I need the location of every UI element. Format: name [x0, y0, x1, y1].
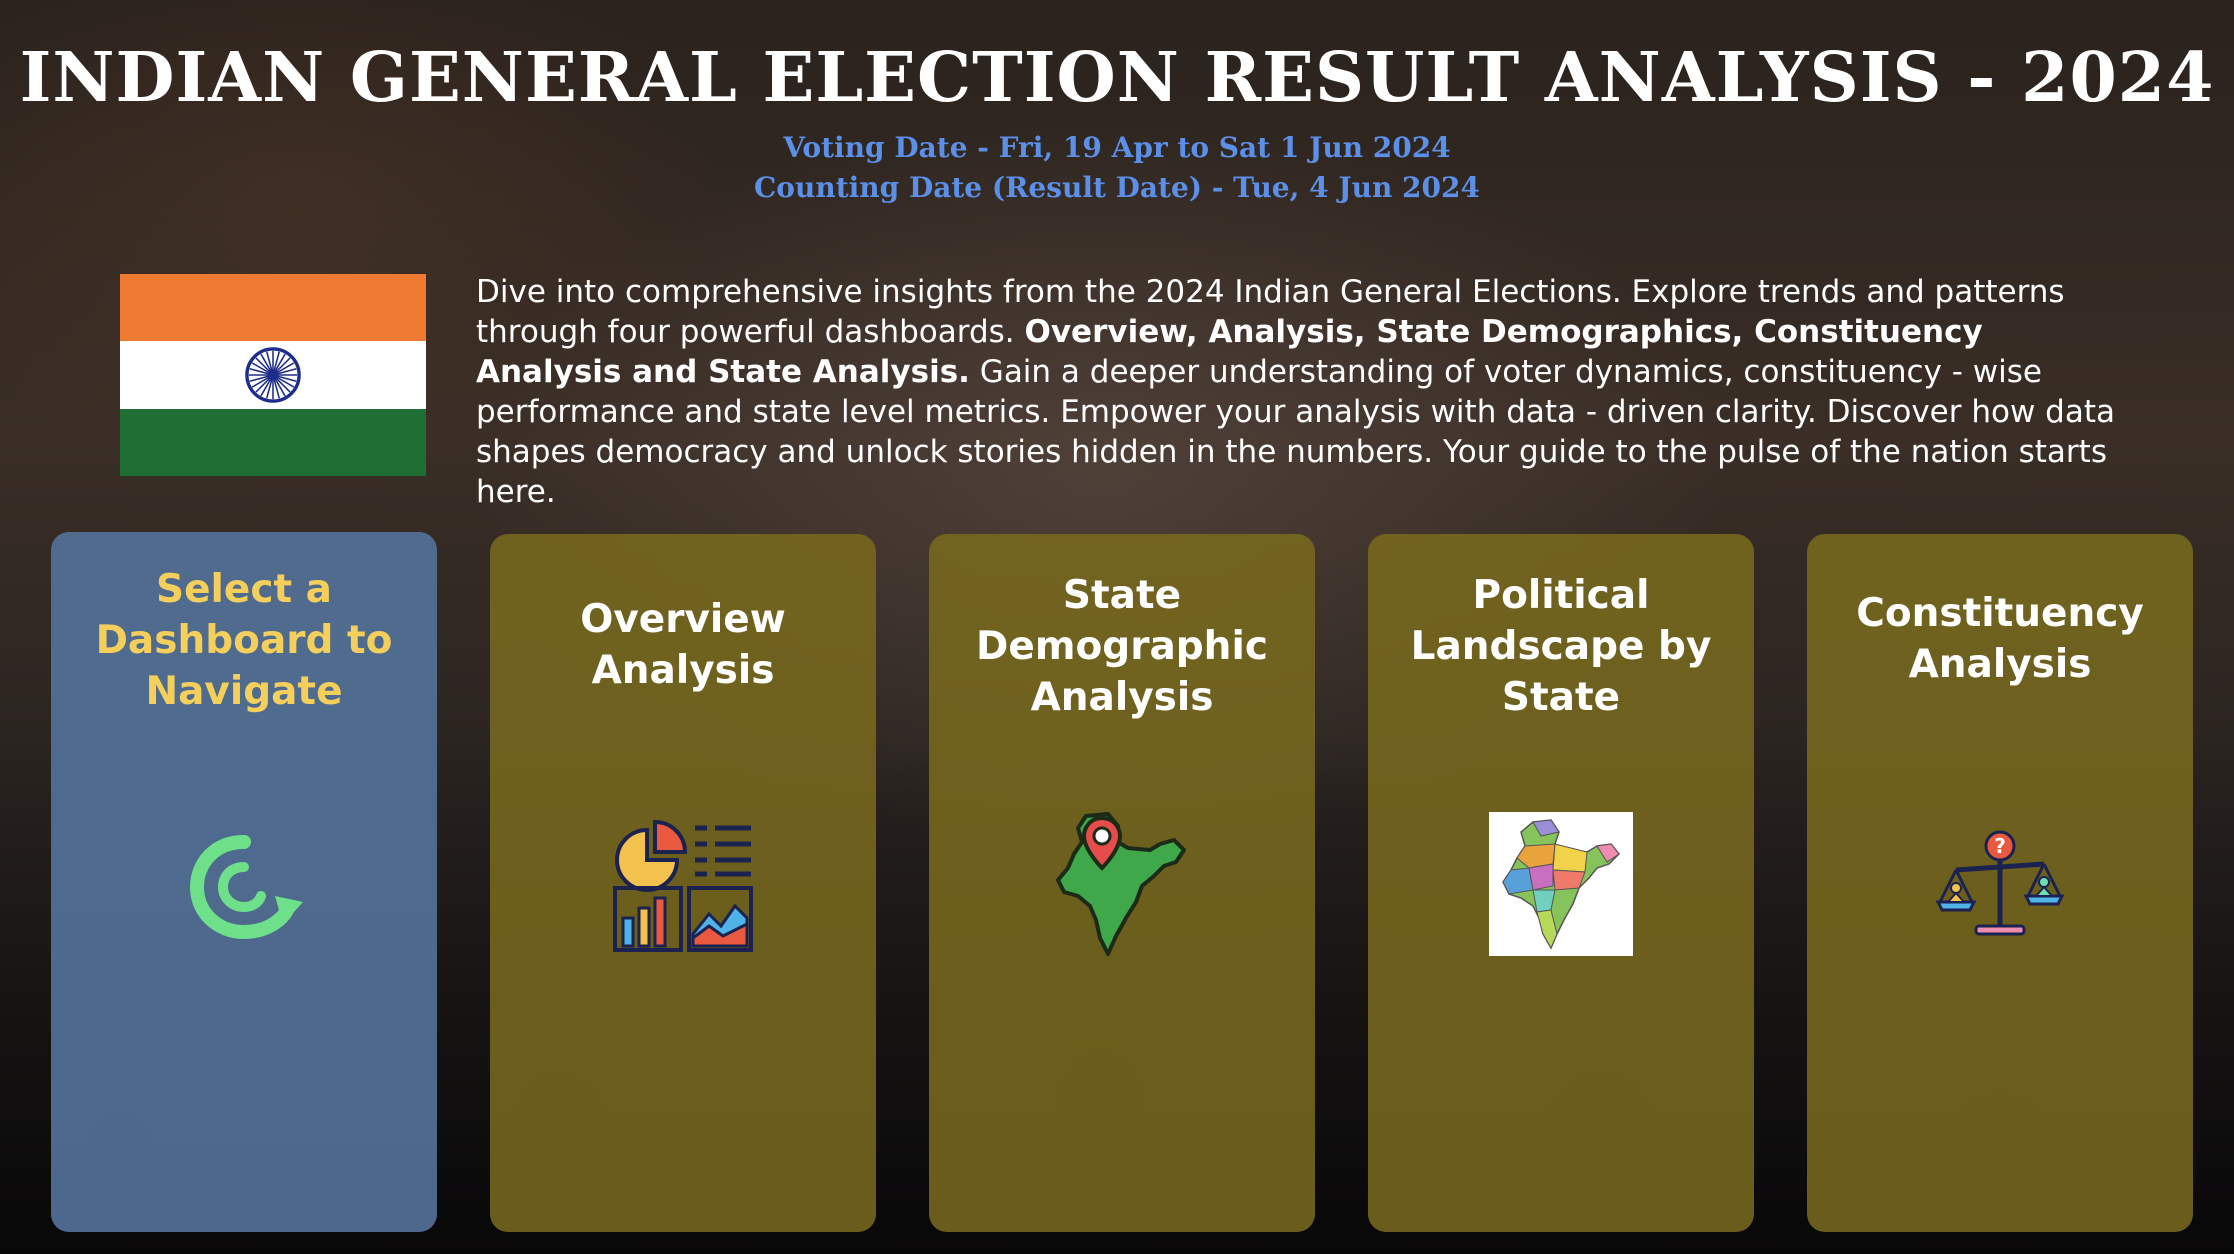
india-map-pin-icon	[1056, 812, 1186, 956]
analytics-icon	[613, 819, 753, 952]
flag-white-band	[120, 341, 426, 409]
card-title-constituency-analysis: Constituency Analysis	[1856, 591, 2144, 687]
card-title-overview-analysis: Overview Analysis	[580, 597, 786, 693]
india-flag	[120, 274, 426, 476]
flag-saffron-band	[120, 274, 426, 341]
flag-green-band	[120, 409, 426, 476]
india-states-map-icon	[1489, 812, 1633, 956]
card-title-state-demographic-analysis: State Demographic Analysis	[976, 573, 1268, 720]
counting-date: Counting Date (Result Date) - Tue, 4 Jun…	[754, 171, 1480, 204]
balance-scale-icon: ?	[1935, 830, 2065, 936]
intro-paragraph: Dive into comprehensive insights from th…	[476, 272, 2136, 512]
election-dates: Voting Date - Fri, 19 Apr to Sat 1 Jun 2…	[0, 128, 2234, 208]
voting-date: Voting Date - Fri, 19 Apr to Sat 1 Jun 2…	[783, 131, 1451, 164]
card-state-demographic-analysis[interactable]: State Demographic Analysis	[929, 534, 1315, 1232]
ashoka-chakra-icon	[245, 347, 301, 403]
card-select-dashboard[interactable]: Select a Dashboard to Navigate	[51, 532, 437, 1232]
page-title: INDIAN GENERAL ELECTION RESULT ANALYSIS …	[19, 38, 2215, 118]
card-overview-analysis[interactable]: Overview Analysis	[490, 534, 876, 1232]
card-constituency-analysis[interactable]: Constituency Analysis ?	[1807, 534, 2193, 1232]
navigate-arrow-icon	[189, 835, 303, 940]
card-political-landscape[interactable]: Political Landscape by State	[1368, 534, 1754, 1232]
svg-text:?: ?	[1994, 834, 2006, 858]
card-title-select-dashboard: Select a Dashboard to Navigate	[95, 567, 393, 714]
card-title-political-landscape: Political Landscape by State	[1410, 573, 1712, 720]
